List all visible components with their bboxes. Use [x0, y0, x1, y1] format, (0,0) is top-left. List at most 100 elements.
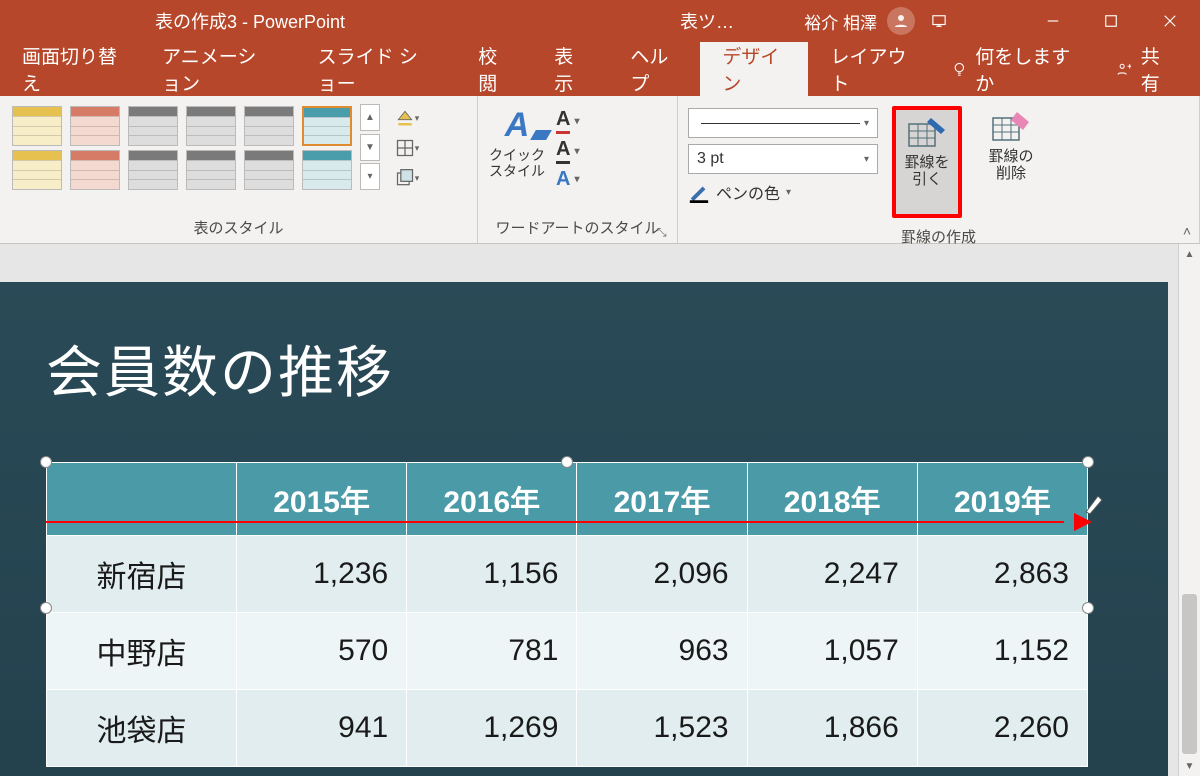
tell-me-label: 何をしますか — [975, 42, 1070, 96]
resize-handle-n[interactable] — [561, 456, 573, 468]
eraser-icon — [991, 110, 1031, 144]
quick-styles-label: クイック スタイル — [489, 147, 545, 179]
tell-me-search[interactable]: 何をしますか — [933, 42, 1089, 96]
shading-button[interactable]: ▾ — [392, 106, 422, 130]
line-style-icon — [701, 123, 860, 124]
table-style-option[interactable] — [70, 106, 120, 146]
ribbon: ▲ ▼ ▾ ▾ ▾ ▾ 表のスタイル A クイック スタイル A▾ A▾ A▾ — [0, 96, 1200, 244]
draw-table-button[interactable]: 罫線を 引く — [892, 106, 962, 218]
collapse-ribbon-button[interactable]: ˄ — [1183, 223, 1191, 239]
table-style-option[interactable] — [244, 106, 294, 146]
resize-handle-nw[interactable] — [40, 456, 52, 468]
share-button[interactable]: 共有 — [1088, 42, 1200, 96]
slide-title[interactable]: 会員数の推移 — [0, 282, 1168, 409]
tab-animations[interactable]: アニメーション — [140, 42, 296, 96]
gallery-more-button[interactable]: ▾ — [360, 163, 380, 190]
table-row: 新宿店 1,236 1,156 2,096 2,247 2,863 — [47, 536, 1088, 613]
table-style-option[interactable] — [244, 150, 294, 190]
scroll-track[interactable] — [1179, 264, 1200, 756]
table-style-option[interactable] — [186, 106, 236, 146]
resize-handle-w[interactable] — [40, 602, 52, 614]
wordart-dialog-launcher[interactable]: ⤡ — [657, 225, 673, 241]
pen-weight-dropdown[interactable]: 3 pt▾ — [688, 144, 878, 174]
table-style-option[interactable] — [12, 106, 62, 146]
quick-styles-button[interactable]: A クイック スタイル — [488, 104, 546, 179]
annotation-arrow — [46, 519, 1092, 525]
text-effects-button[interactable]: A▾ — [556, 168, 579, 191]
table-style-option[interactable] — [186, 150, 236, 190]
table-cell[interactable]: 1,057 — [747, 613, 917, 690]
ribbon-tabstrip: 画面切り替え アニメーション スライド ショー 校閲 表示 ヘルプ デザイン レ… — [0, 42, 1200, 96]
text-fill-button[interactable]: A▾ — [556, 108, 579, 134]
table-row: 中野店 570 781 963 1,057 1,152 — [47, 613, 1088, 690]
pen-color-label: ペンの色 — [716, 180, 780, 204]
table-cell[interactable]: 1,866 — [747, 690, 917, 767]
tab-slideshow[interactable]: スライド ショー — [296, 42, 457, 96]
draw-table-label: 罫線を 引く — [904, 154, 949, 189]
table-cell[interactable]: 963 — [577, 613, 747, 690]
table-cell[interactable]: 2,247 — [747, 536, 917, 613]
share-icon — [1116, 59, 1132, 79]
group-wordart-styles: A クイック スタイル A▾ A▾ A▾ ワードアートのスタイル ⤡ — [478, 96, 678, 243]
table-cell[interactable]: 1,152 — [917, 613, 1087, 690]
group-table-styles: ▲ ▼ ▾ ▾ ▾ ▾ 表のスタイル — [0, 96, 478, 243]
table-cell[interactable]: 1,156 — [407, 536, 577, 613]
tab-transitions[interactable]: 画面切り替え — [0, 42, 140, 96]
table-cell[interactable]: 570 — [237, 613, 407, 690]
tab-layout[interactable]: レイアウト — [808, 42, 932, 96]
pen-cursor-icon — [1084, 492, 1106, 514]
scroll-thumb[interactable] — [1182, 594, 1197, 754]
text-outline-button[interactable]: A▾ — [556, 138, 579, 164]
table-style-option[interactable] — [12, 150, 62, 190]
tab-design[interactable]: デザイン — [700, 42, 808, 96]
data-table[interactable]: 2015年 2016年 2017年 2018年 2019年 新宿店 1,236 … — [46, 462, 1088, 767]
effects-button[interactable]: ▾ — [392, 166, 422, 190]
table-cell[interactable]: 新宿店 — [47, 536, 237, 613]
text-outline-icon: A — [556, 138, 570, 164]
tab-review[interactable]: 校閲 — [456, 42, 532, 96]
borders-button[interactable]: ▾ — [392, 136, 422, 160]
tab-view[interactable]: 表示 — [532, 42, 608, 96]
table-cell[interactable]: 池袋店 — [47, 690, 237, 767]
maximize-button[interactable] — [1082, 0, 1140, 42]
wordart-a-icon: A — [505, 106, 530, 145]
resize-handle-ne[interactable] — [1082, 456, 1094, 468]
group-label-table-styles: 表のスタイル — [0, 217, 477, 243]
pen-color-button[interactable]: ペンの色 ▾ — [688, 180, 878, 204]
table-style-option[interactable] — [70, 150, 120, 190]
eraser-button[interactable]: 罫線の 削除 — [976, 104, 1046, 183]
table-style-option[interactable] — [302, 150, 352, 190]
text-fill-icon: A — [556, 108, 570, 134]
gallery-down-button[interactable]: ▼ — [360, 134, 380, 161]
table-cell[interactable]: 1,236 — [237, 536, 407, 613]
resize-handle-e[interactable] — [1082, 602, 1094, 614]
table-cell[interactable]: 1,523 — [577, 690, 747, 767]
slide-pane[interactable]: 会員数の推移 2015年 2016年 2017年 2018年 2019年 — [0, 244, 1178, 776]
vertical-scrollbar[interactable]: ▲ ▼ — [1178, 244, 1200, 776]
user-name: 裕介 相澤 — [804, 9, 877, 34]
close-button[interactable] — [1140, 0, 1200, 42]
gallery-up-button[interactable]: ▲ — [360, 104, 380, 131]
table-cell[interactable]: 2,260 — [917, 690, 1087, 767]
table-style-option[interactable] — [128, 150, 178, 190]
table-style-option-selected[interactable] — [302, 106, 352, 146]
ribbon-display-options-button[interactable] — [910, 0, 968, 42]
table-cell[interactable]: 2,863 — [917, 536, 1087, 613]
tab-help[interactable]: ヘルプ — [608, 42, 700, 96]
table-style-option[interactable] — [128, 106, 178, 146]
scroll-down-button[interactable]: ▼ — [1179, 756, 1200, 776]
text-effects-icon: A — [556, 168, 570, 191]
pen-weight-value: 3 pt — [697, 150, 724, 168]
group-draw-borders: ▾ 3 pt▾ ペンの色 ▾ 罫線を 引く — [678, 96, 1200, 243]
table-cell[interactable]: 941 — [237, 690, 407, 767]
table-cell[interactable]: 781 — [407, 613, 577, 690]
minimize-button[interactable] — [1024, 0, 1082, 42]
table-cell[interactable]: 2,096 — [577, 536, 747, 613]
pen-style-dropdown[interactable]: ▾ — [688, 108, 878, 138]
table-cell[interactable]: 1,269 — [407, 690, 577, 767]
table-cell[interactable]: 中野店 — [47, 613, 237, 690]
account-area[interactable]: 裕介 相澤 — [804, 7, 915, 35]
eraser-label: 罫線の 削除 — [988, 148, 1033, 183]
table-object[interactable]: 2015年 2016年 2017年 2018年 2019年 新宿店 1,236 … — [46, 462, 1088, 767]
title-bar: 表の作成3 - PowerPoint 表ツ… 裕介 相澤 — [0, 0, 1200, 42]
